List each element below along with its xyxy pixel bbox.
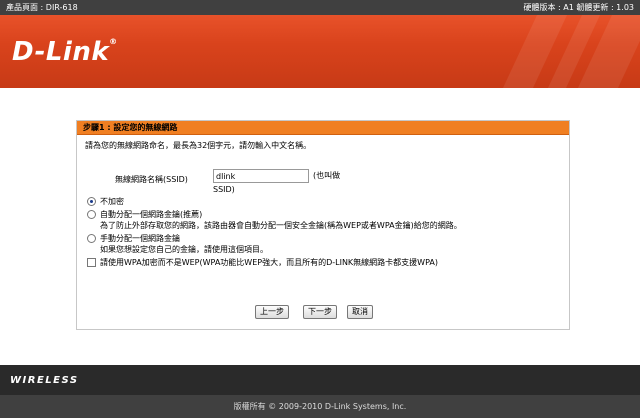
version-label: 硬體版本 : A1 韌體更新 : 1.03: [523, 3, 634, 12]
wireless-label: WIRELESS: [10, 375, 79, 386]
manual-key-desc: 如果您想設定您自己的金鑰，請使用這個項目。: [100, 245, 268, 254]
main-content: 步驟1 : 設定您的無線網路 請為您的無線網路命名，最長為32個字元，請勿輸入中…: [0, 88, 640, 365]
auto-key-desc: 為了防止外部存取您的網路，該路由器會自動分配一個安全金鑰(稱為WEP或者WPA金…: [100, 221, 462, 230]
product-page-label: 產品頁面 : DIR-618: [6, 3, 78, 12]
ssid-hint-2: SSID): [213, 185, 235, 194]
radio-icon[interactable]: [87, 210, 96, 219]
option-auto-key[interactable]: 自動分配一個網路金鑰(推薦): [87, 210, 202, 220]
radio-icon[interactable]: [87, 234, 96, 243]
prev-button[interactable]: 上一步: [255, 305, 289, 319]
wizard-panel: 步驟1 : 設定您的無線網路 請為您的無線網路命名，最長為32個字元，請勿輸入中…: [76, 120, 570, 330]
ssid-input[interactable]: [213, 169, 309, 183]
dlink-logo: D-Link®: [12, 37, 118, 67]
radio-selected-icon[interactable]: [87, 197, 96, 206]
option-no-encryption[interactable]: 不加密: [87, 197, 124, 207]
option-manual-key[interactable]: 手動分配一個網路金鑰: [87, 234, 180, 244]
wpa-checkbox-row[interactable]: 請使用WPA加密而不是WEP(WPA功能比WEP強大，而且所有的D-LINK無線…: [87, 258, 438, 268]
checkbox-icon[interactable]: [87, 258, 96, 267]
copyright-footer: 版權所有 © 2009-2010 D-Link Systems, Inc.: [0, 395, 640, 418]
header-banner: D-Link®: [0, 15, 640, 88]
top-info-bar: 產品頁面 : DIR-618 硬體版本 : A1 韌體更新 : 1.03: [0, 0, 640, 15]
panel-title: 步驟1 : 設定您的無線網路: [77, 121, 569, 135]
ssid-label: 無線網路名稱(SSID): [115, 175, 188, 184]
cancel-button[interactable]: 取消: [347, 305, 373, 319]
next-button[interactable]: 下一步: [303, 305, 337, 319]
ssid-hint: (也叫做: [313, 171, 341, 180]
wireless-bar: WIRELESS: [0, 365, 640, 395]
intro-text: 請為您的無線網路命名，最長為32個字元，請勿輸入中文名稱。: [85, 141, 312, 150]
